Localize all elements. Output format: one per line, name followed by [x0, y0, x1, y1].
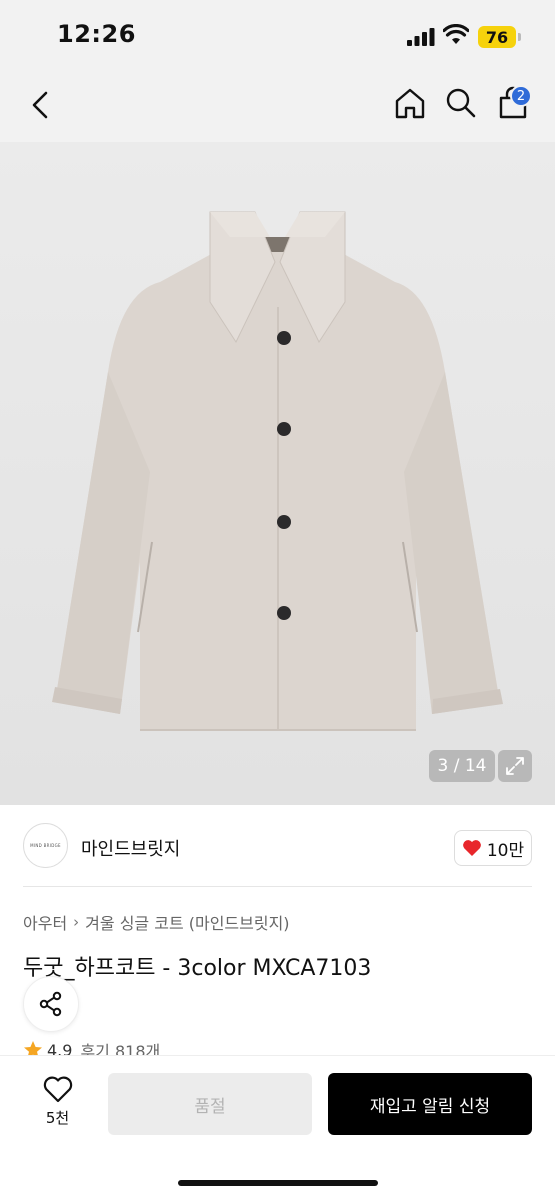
restock-alert-button[interactable]: 재입고 알림 신청 — [328, 1073, 532, 1135]
wifi-icon — [443, 24, 469, 44]
brand-like-count: 10만 — [486, 840, 525, 861]
expand-button[interactable] — [498, 750, 532, 782]
breadcrumb: 아우터 › 겨울 싱글 코트 (마인드브릿지) — [23, 910, 290, 934]
image-counter: 3 / 14 — [429, 750, 495, 782]
brand-logo[interactable]: MIND BRIDGE — [23, 823, 68, 868]
home-icon[interactable] — [393, 86, 427, 120]
breadcrumb-item-outer[interactable]: 아우터 — [23, 910, 67, 934]
brand-like-button[interactable]: 10만 — [454, 830, 532, 866]
heart-icon — [462, 840, 481, 856]
brand-logo-text: MIND BRIDGE — [30, 843, 61, 848]
wishlist-button[interactable]: 5천 — [30, 1076, 85, 1136]
expand-icon — [506, 757, 524, 775]
product-title: 두굿_하프코트 - 3color MXCA7103 — [23, 956, 372, 981]
product-page: 12:26 76 2 3 / 14 MIND BRIDGE 마인드브릿지 10만… — [0, 0, 555, 1200]
bottom-action-bar: 5천 품절 재입고 알림 신청 — [0, 1055, 555, 1200]
back-icon[interactable] — [28, 90, 54, 120]
breadcrumb-item-category[interactable]: 겨울 싱글 코트 (마인드브릿지) — [85, 910, 289, 934]
chevron-right-icon: › — [73, 913, 80, 931]
status-bar: 12:26 76 — [0, 0, 555, 70]
cart-badge: 2 — [510, 85, 532, 107]
share-button[interactable] — [23, 976, 79, 1032]
share-icon — [39, 991, 62, 1017]
product-image[interactable] — [0, 142, 555, 805]
search-icon[interactable] — [445, 87, 477, 119]
home-indicator — [178, 1180, 378, 1186]
soldout-button[interactable]: 품절 — [108, 1073, 312, 1135]
battery-cap — [518, 33, 521, 41]
brand-row[interactable]: MIND BRIDGE 마인드브릿지 10만 — [0, 805, 555, 887]
battery-icon: 76 — [478, 26, 516, 48]
battery-level: 76 — [485, 27, 509, 47]
heart-outline-icon — [43, 1076, 72, 1103]
wishlist-count: 5천 — [45, 1109, 70, 1127]
signal-icon — [407, 28, 435, 46]
brand-name[interactable]: 마인드브릿지 — [81, 835, 180, 861]
divider — [23, 886, 532, 887]
nav-bar — [0, 70, 555, 142]
coat-photo — [52, 211, 503, 731]
status-time: 12:26 — [57, 20, 136, 48]
